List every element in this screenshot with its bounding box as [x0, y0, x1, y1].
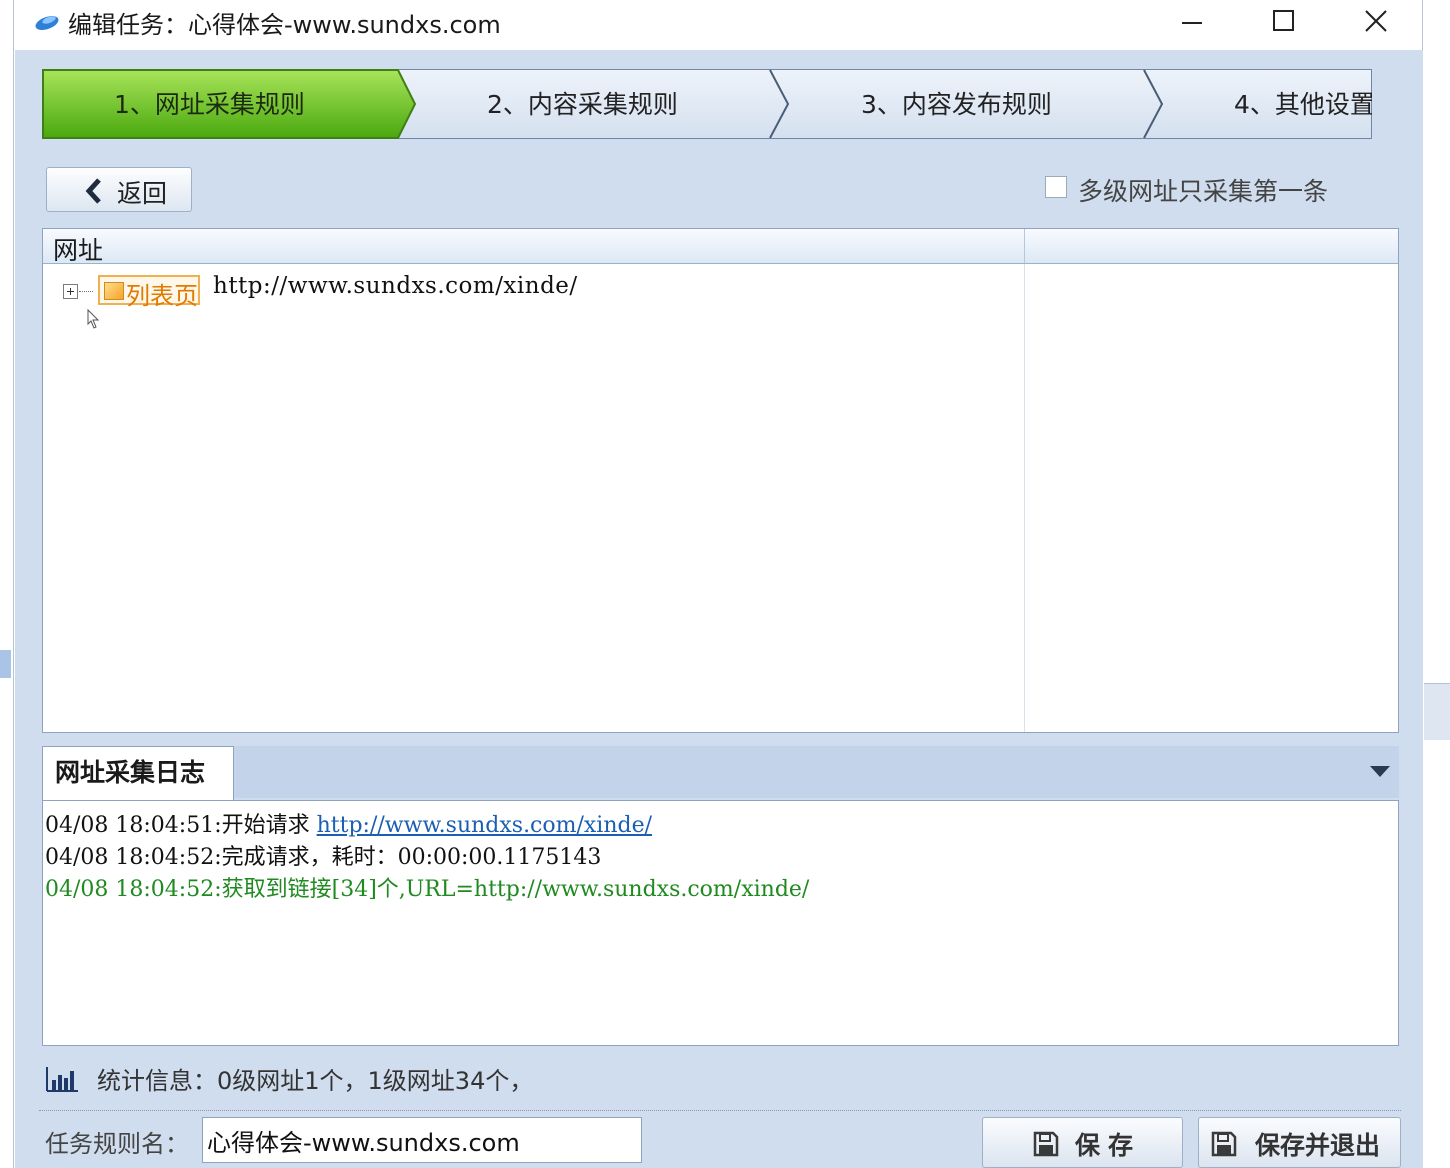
background-window-edge-right — [1424, 683, 1450, 740]
tree-url-text[interactable]: http://www.sundxs.com/xinde/ — [213, 273, 578, 299]
tree-row[interactable]: 列表页 http://www.sundxs.com/xinde/ — [43, 273, 1023, 310]
maximize-icon — [1273, 10, 1294, 31]
log-line-text: 04/08 18:04:52:完成请求，耗时：00:00:00.1175143 — [45, 845, 602, 870]
footer-separator — [39, 1110, 1401, 1111]
close-icon — [1365, 10, 1387, 32]
list-page-icon — [104, 282, 124, 300]
step-4[interactable]: 4、其他设置 — [1234, 85, 1372, 121]
log-link[interactable]: http://www.sundxs.com/xinde/ — [317, 813, 652, 838]
rule-name-label: 任务规则名： — [45, 1130, 189, 1158]
dialog-body: 1、网址采集规则 2、内容采集规则 3、内容发布规则 4、其他设置 返回 多级网… — [15, 50, 1423, 1168]
window-title: 编辑任务：心得体会-www.sundxs.com — [68, 11, 501, 39]
log-tab[interactable]: 网址采集日志 — [42, 746, 234, 802]
maximize-button[interactable] — [1239, 0, 1331, 44]
expand-plus-icon[interactable] — [63, 284, 78, 299]
step-1[interactable]: 1、网址采集规则 — [114, 85, 305, 121]
background-window-edge — [0, 650, 11, 678]
list-page-label: 列表页 — [126, 282, 198, 310]
column-divider[interactable] — [1024, 229, 1025, 263]
step-2[interactable]: 2、内容采集规则 — [487, 85, 678, 121]
minimize-icon — [1182, 22, 1202, 24]
save-and-exit-button[interactable]: 保存并退出 — [1198, 1117, 1401, 1168]
url-grid: 网址 列表页 http://www.sundxs.com/xinde/ — [42, 228, 1399, 733]
cursor-icon — [87, 309, 100, 329]
back-button[interactable]: 返回 — [46, 167, 192, 212]
close-button[interactable] — [1331, 0, 1423, 44]
log-tab-strip — [234, 746, 1399, 798]
log-panel: 04/08 18:04:51:开始请求 http://www.sundxs.co… — [42, 800, 1399, 1046]
column-divider-body — [1024, 264, 1025, 732]
log-line-text: 04/08 18:04:51:开始请求 — [45, 813, 317, 838]
back-button-label: 返回 — [117, 179, 168, 208]
dropdown-arrow-icon[interactable] — [1370, 766, 1390, 778]
chevron-left-icon — [85, 178, 101, 204]
log-line: 04/08 18:04:52:完成请求，耗时：00:00:00.1175143 — [45, 839, 601, 871]
rule-name-input[interactable] — [202, 1117, 642, 1163]
app-logo-icon — [35, 16, 59, 30]
log-line: 04/08 18:04:51:开始请求 http://www.sundxs.co… — [45, 807, 652, 839]
step-3[interactable]: 3、内容发布规则 — [861, 85, 1052, 121]
grid-header: 网址 — [43, 229, 1398, 267]
column-header-url[interactable]: 网址 — [53, 231, 103, 267]
log-tab-label: 网址采集日志 — [55, 758, 206, 787]
title-bar[interactable]: 编辑任务：心得体会-www.sundxs.com — [14, 0, 1422, 44]
log-line-text: 04/08 18:04:52:获取到链接[34]个,URL=http://www… — [45, 877, 810, 902]
minimize-button[interactable] — [1147, 0, 1239, 44]
save-icon — [1033, 1131, 1059, 1157]
edit-task-window: 编辑任务：心得体会-www.sundxs.com 1、网址采集规则 2、内容采集… — [13, 0, 1423, 1168]
log-line: 04/08 18:04:52:获取到链接[34]个,URL=http://www… — [45, 871, 809, 903]
tree-connector — [79, 291, 93, 292]
stats-info: 统计信息：0级网址1个，1级网址34个， — [97, 1067, 534, 1095]
multi-level-first-only-checkbox[interactable] — [1045, 176, 1067, 198]
multi-level-first-only-label[interactable]: 多级网址只采集第一条 — [1078, 172, 1328, 208]
wizard-steps: 1、网址采集规则 2、内容采集规则 3、内容发布规则 4、其他设置 — [42, 69, 1372, 139]
save-and-exit-button-label: 保存并退出 — [1255, 1131, 1381, 1160]
stats-chart-icon — [46, 1067, 78, 1092]
save-icon — [1211, 1131, 1237, 1157]
save-button-label: 保存 — [1075, 1131, 1142, 1160]
save-button[interactable]: 保存 — [982, 1117, 1183, 1168]
list-page-tag[interactable]: 列表页 — [98, 275, 200, 310]
